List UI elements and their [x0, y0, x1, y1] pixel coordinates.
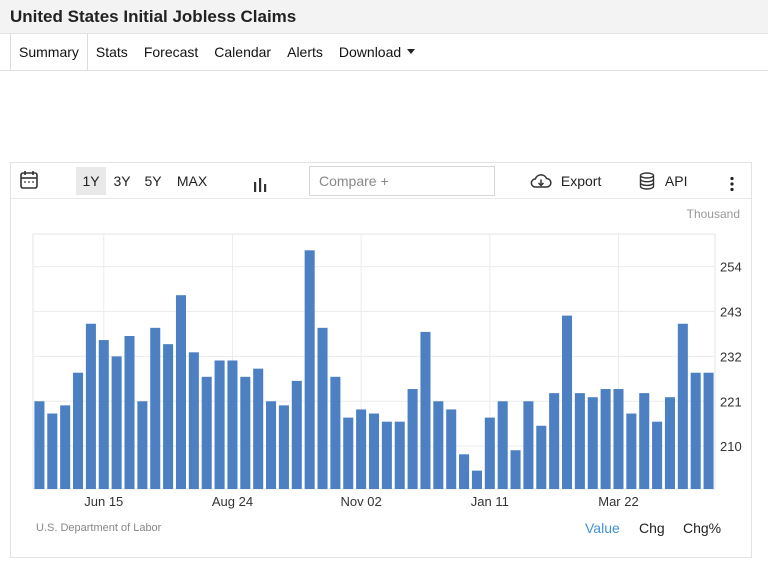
value-toggle[interactable]: Value — [585, 520, 620, 536]
bar — [433, 401, 444, 489]
bar — [703, 372, 714, 489]
bar — [150, 327, 161, 489]
y-tick-label: 243 — [720, 305, 742, 320]
calendar-icon[interactable] — [20, 170, 38, 192]
compare-input[interactable]: Compare + — [309, 166, 495, 196]
bar — [214, 360, 225, 489]
bar — [368, 413, 380, 489]
page-title: United States Initial Jobless Claims — [10, 7, 297, 26]
bar — [420, 331, 431, 489]
bar — [677, 323, 688, 489]
bar — [446, 409, 457, 489]
bar — [652, 421, 663, 489]
bar — [317, 327, 328, 489]
api-button[interactable]: API — [639, 167, 687, 195]
cloud-download-icon — [530, 173, 552, 188]
bar — [510, 450, 521, 489]
bar — [163, 344, 174, 489]
tab-download[interactable]: Download — [331, 34, 423, 71]
range-5y-button[interactable]: 5Y — [140, 167, 166, 195]
bar — [98, 340, 109, 489]
range-3y-button[interactable]: 3Y — [109, 167, 135, 195]
bar — [240, 376, 251, 489]
bar — [407, 389, 418, 489]
range-max-button[interactable]: MAX — [174, 167, 210, 195]
bar — [34, 401, 45, 489]
bar — [227, 360, 238, 489]
x-tick-label: Aug 24 — [212, 494, 253, 509]
bar — [253, 368, 264, 489]
y-tick-label: 254 — [720, 260, 742, 275]
bar — [394, 421, 405, 489]
bar — [562, 315, 573, 489]
y-tick-label: 210 — [720, 439, 742, 454]
database-icon — [639, 172, 655, 190]
bar — [278, 405, 289, 489]
bar — [381, 421, 392, 489]
tab-divider — [0, 70, 768, 71]
bar — [536, 425, 547, 489]
bar — [639, 393, 650, 489]
tab-alerts[interactable]: Alerts — [279, 34, 331, 71]
chg-percent-toggle[interactable]: Chg% — [683, 520, 721, 536]
tab-summary[interactable]: Summary — [10, 34, 88, 71]
bar — [356, 409, 367, 489]
bar — [587, 397, 598, 489]
bar — [266, 401, 277, 489]
bar — [73, 372, 84, 489]
bar — [690, 372, 701, 489]
export-label: Export — [560, 173, 602, 189]
bar — [188, 352, 199, 489]
y-tick-label: 221 — [720, 394, 742, 409]
bar — [343, 417, 354, 489]
chg-toggle[interactable]: Chg — [639, 520, 665, 536]
bar — [85, 323, 96, 489]
chart-panel: 1Y 3Y 5Y MAX Compare + Export API Thousa… — [10, 162, 752, 558]
bar-chart-icon[interactable] — [252, 173, 268, 192]
bar — [291, 380, 302, 489]
api-label: API — [664, 173, 688, 189]
bar — [60, 405, 71, 489]
bar — [459, 454, 470, 489]
tab-calendar[interactable]: Calendar — [206, 34, 279, 71]
export-button[interactable]: Export — [530, 167, 601, 195]
bar — [484, 417, 495, 489]
bar — [626, 413, 637, 489]
tab-download-label: Download — [338, 44, 402, 60]
x-tick-label: Jun 15 — [84, 494, 123, 509]
tab-stats[interactable]: Stats — [88, 34, 136, 71]
source-label: U.S. Department of Labor — [36, 522, 162, 534]
bar — [497, 401, 508, 489]
bar — [137, 401, 148, 489]
bar — [549, 393, 560, 489]
bar — [600, 389, 611, 489]
bar — [574, 393, 585, 489]
bar — [175, 295, 186, 489]
more-vertical-icon[interactable] — [729, 173, 735, 192]
bar — [47, 413, 58, 489]
tab-bar: Summary Stats Forecast Calendar Alerts D… — [10, 34, 423, 71]
bar — [613, 389, 624, 489]
bar — [201, 376, 212, 489]
caret-down-icon — [407, 49, 416, 55]
bar — [664, 397, 675, 489]
bar — [304, 250, 315, 489]
bar — [111, 356, 122, 489]
bar — [471, 470, 482, 489]
x-tick-label: Nov 02 — [341, 494, 382, 509]
y-tick-label: 232 — [720, 349, 742, 364]
range-1y-button[interactable]: 1Y — [76, 167, 106, 195]
chart-toolbar: 1Y 3Y 5Y MAX Compare + Export API — [11, 163, 751, 199]
bar — [523, 401, 534, 489]
bar — [330, 376, 341, 489]
x-tick-label: Mar 22 — [598, 494, 638, 509]
header-bar: United States Initial Jobless Claims — [0, 0, 768, 34]
bar — [124, 336, 135, 489]
bar-chart: 254 243 232 221 210 Jun 15 Aug 24 Nov 02 Jan 11 M… — [32, 233, 742, 509]
x-tick-label: Jan 11 — [471, 494, 509, 509]
tab-forecast[interactable]: Forecast — [136, 34, 206, 71]
